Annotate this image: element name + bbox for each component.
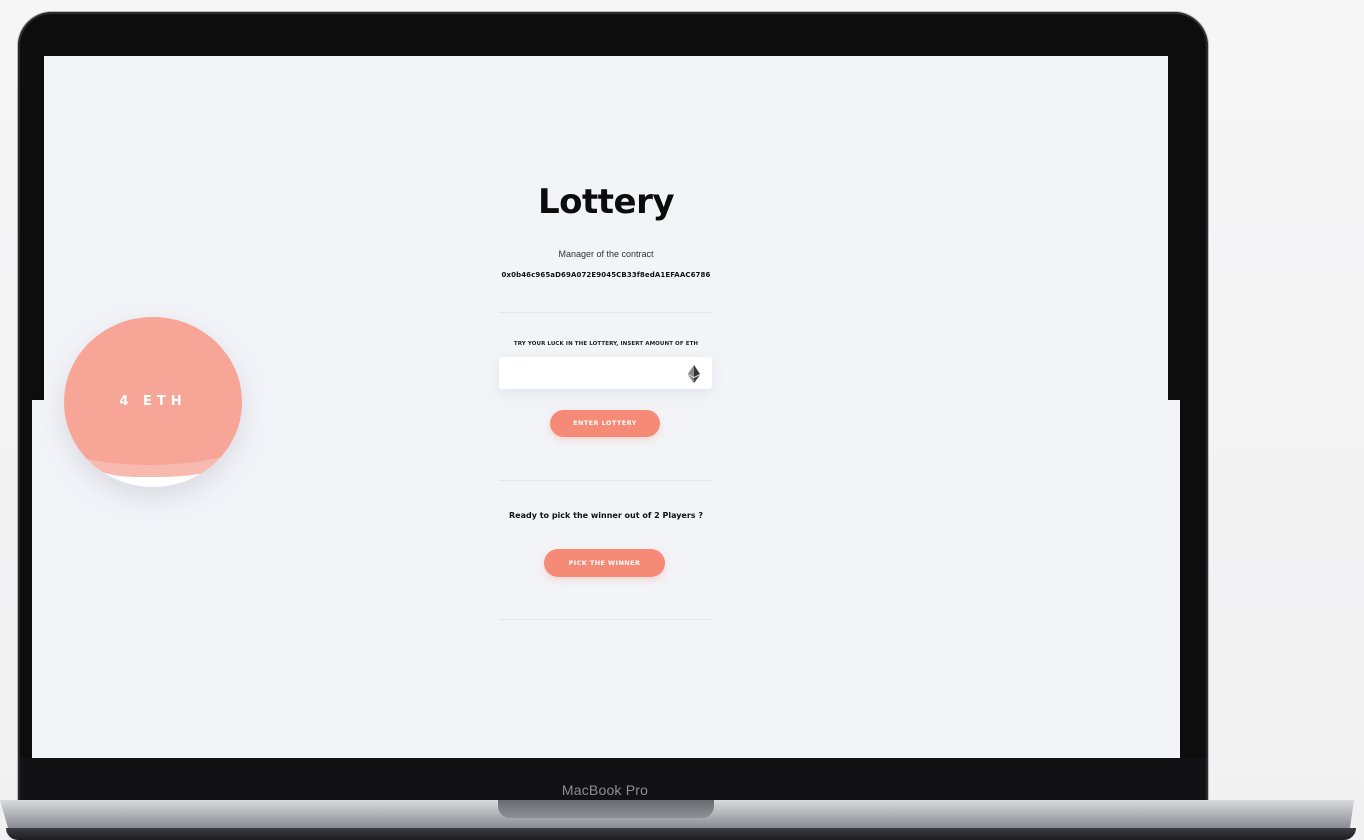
ready-text: Ready to pick the winner out of 2 Player… [509, 511, 703, 520]
device-label: MacBook Pro [561, 782, 649, 798]
stage: MacBook Pro Lottery Manager of the contr… [0, 0, 1364, 840]
laptop-base-shadow [6, 828, 1356, 840]
manager-address: 0x0b46c965aD69A072E9045CB33f8edA1EFAAC67… [501, 271, 711, 279]
pot-amount: 4 ETH [119, 394, 187, 409]
pot-fill [64, 317, 242, 465]
divider-top [499, 312, 713, 313]
page-title: Lottery [537, 182, 675, 222]
divider-middle [499, 480, 713, 481]
manager-label: Manager of the contract [558, 249, 654, 259]
amount-input-container [499, 357, 712, 389]
enter-lottery-button[interactable]: ENTER LOTTERY [550, 410, 660, 437]
divider-bottom [499, 619, 713, 620]
laptop-base-notch [498, 800, 714, 818]
ethereum-icon [688, 365, 700, 383]
eth-amount-input[interactable] [505, 361, 679, 387]
pot-bubble: 4 ETH [64, 317, 242, 487]
pick-winner-button[interactable]: PICK THE WINNER [544, 549, 665, 577]
